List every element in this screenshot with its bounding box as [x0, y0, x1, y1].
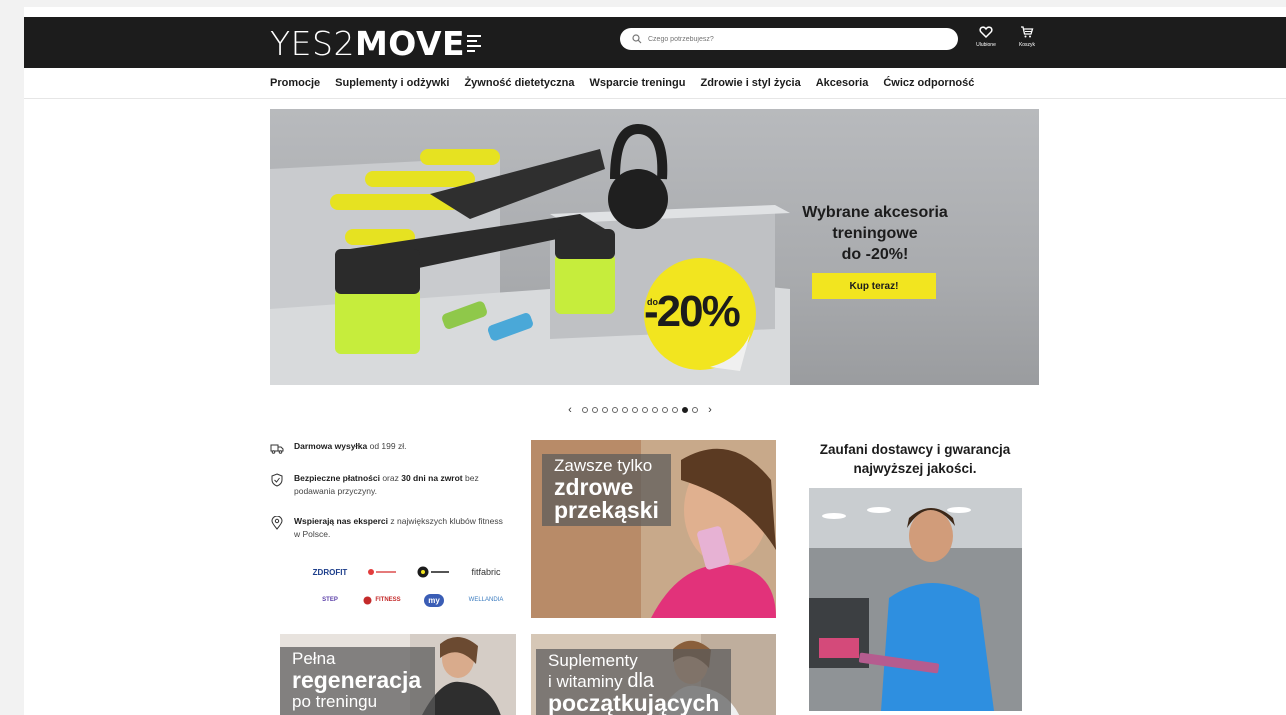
partner-logos: ZDROFIT fitfabric STEP FITNESS my WELLAN…	[304, 564, 514, 608]
features-list: Darmowa wysyłka od 199 zł. Bezpieczne pł…	[270, 440, 510, 558]
payment-mid: oraz	[379, 473, 402, 483]
regeneration-label: Pełna regeneracja po treningu	[280, 647, 436, 715]
snacks-bold-text-2: przekąski	[554, 497, 659, 523]
regeneration-light-text-2: po treningu	[292, 692, 378, 711]
nav-item-akcesoria[interactable]: Akcesoria	[816, 77, 869, 93]
shipping-bold: Darmowa wysyłka	[294, 441, 368, 451]
shield-icon	[271, 473, 283, 487]
hero-banner[interactable]: do -20% Wybrane akcesoria treningowe do …	[270, 109, 1039, 385]
feature-experts: Wspierają nas eksperci z największych kl…	[270, 515, 510, 541]
search-icon	[632, 34, 642, 44]
logo[interactable]: YES2 MOVE	[270, 23, 482, 63]
supplements-light-text-2: i witaminy	[548, 672, 623, 691]
supplements-label: Suplementy i witaminy dla początkujących	[536, 649, 732, 715]
feature-payments: Bezpieczne płatności oraz 30 dni na zwro…	[270, 472, 510, 498]
nav-item-suplementy[interactable]: Suplementy i odżywki	[335, 77, 449, 93]
hero-line-3: do -20%!	[841, 246, 909, 263]
search-input[interactable]	[648, 35, 928, 43]
location-pin-icon	[271, 516, 283, 530]
partner-logo-wellandia[interactable]: WELLANDIA	[460, 592, 512, 608]
carousel-dot[interactable]	[602, 407, 608, 413]
partner-logo-my[interactable]: my	[408, 592, 460, 608]
nav-item-zywnosc[interactable]: Żywność dietetyczna	[464, 77, 574, 93]
nav-item-zdrowie[interactable]: Zdrowie i styl życia	[700, 77, 800, 93]
carousel-controls: ‹ ›	[562, 404, 718, 416]
experts-bold: Wspierają nas eksperci	[294, 516, 389, 526]
snacks-bold-text-1: zdrowe	[554, 474, 634, 500]
carousel-dot[interactable]	[612, 407, 618, 413]
carousel-dot-active[interactable]	[682, 407, 688, 413]
partner-logo-zdrofit[interactable]: ZDROFIT	[304, 564, 356, 580]
logo-light-text: YES2	[270, 23, 355, 63]
regeneration-bold-text: regeneracja	[292, 667, 422, 693]
carousel-dot[interactable]	[592, 407, 598, 413]
partner-logo-my-text: my	[424, 593, 444, 607]
tile-supplements[interactable]: Suplementy i witaminy dla początkujących	[531, 634, 776, 715]
payment-bold: Bezpieczne płatności	[294, 473, 380, 483]
nav-item-promocje[interactable]: Promocje	[270, 77, 320, 93]
logo-bold-text: MOVE	[354, 23, 466, 63]
hero-line-2: treningowe	[832, 225, 918, 242]
regeneration-light-text: Pełna	[292, 649, 336, 668]
partner-logo-fitness-mark	[363, 596, 372, 604]
partner-logo-fitness-text: FITNESS	[375, 597, 401, 603]
logo-speed-lines	[467, 34, 482, 52]
trust-title-line-2: najwyższej jakości.	[853, 461, 977, 476]
payment-bold-2: 30 dni na zwrot	[401, 473, 463, 483]
carousel-dot[interactable]	[672, 407, 678, 413]
carousel-dot[interactable]	[632, 407, 638, 413]
cart-label: Koszyk	[1018, 42, 1036, 48]
truck-icon	[270, 444, 284, 454]
hero-headline: Wybrane akcesoria treningowe do -20%!	[775, 202, 975, 265]
search-box[interactable]	[620, 28, 958, 50]
nav-item-odpornosc[interactable]: Ćwicz odporność	[883, 77, 974, 93]
tile-trainer[interactable]	[809, 488, 1022, 711]
partner-logo-step[interactable]: STEP	[304, 592, 356, 608]
heart-icon	[979, 26, 993, 39]
carousel-dot[interactable]	[582, 407, 588, 413]
partner-logo-red[interactable]	[356, 564, 408, 580]
nav-divider	[24, 98, 1286, 99]
cart-button[interactable]: Koszyk	[1012, 25, 1042, 57]
snacks-light-text: Zawsze tylko	[554, 456, 653, 475]
favorites-label: Ulubione	[976, 42, 996, 48]
snacks-label: Zawsze tylko zdrowe przekąski	[542, 454, 671, 526]
cart-icon	[1021, 26, 1034, 38]
tile-regeneration[interactable]: Pełna regeneracja po treningu	[280, 634, 516, 715]
partner-logo-black[interactable]	[408, 564, 460, 580]
carousel-dot[interactable]	[652, 407, 658, 413]
partner-logo-fitness[interactable]: FITNESS	[356, 592, 408, 608]
partner-logo-fitfabric[interactable]: fitfabric	[460, 564, 512, 580]
buy-now-button[interactable]: Kup teraz!	[812, 273, 936, 299]
carousel-dot[interactable]	[662, 407, 668, 413]
tile-healthy-snacks[interactable]: Zawsze tylko zdrowe przekąski	[531, 440, 776, 618]
trust-title-line-1: Zaufani dostawcy i gwarancja	[819, 442, 1011, 457]
page: YES2 MOVE Ulubione Koszyk Promocje Suple…	[24, 7, 1286, 715]
carousel-dot[interactable]	[622, 407, 628, 413]
carousel-next-button[interactable]: ›	[702, 404, 718, 416]
carousel-dot[interactable]	[692, 407, 698, 413]
supplements-bold-text-1: dla	[627, 670, 655, 692]
main-nav: Promocje Suplementy i odżywki Żywność di…	[270, 77, 974, 93]
feature-shipping: Darmowa wysyłka od 199 zł.	[270, 440, 510, 455]
favorites-button[interactable]: Ulubione	[971, 25, 1001, 57]
carousel-dot[interactable]	[642, 407, 648, 413]
supplements-line-2: i witaminy dla	[548, 671, 719, 692]
supplements-light-text-1: Suplementy	[548, 651, 638, 670]
carousel-prev-button[interactable]: ‹	[562, 404, 578, 416]
discount-badge: -20%	[644, 287, 741, 336]
hero-line-1: Wybrane akcesoria	[802, 204, 948, 221]
trust-heading: Zaufani dostawcy i gwarancja najwyższej …	[802, 440, 1028, 478]
shipping-text: od 199 zł.	[367, 441, 407, 451]
nav-item-wsparcie[interactable]: Wsparcie treningu	[590, 77, 686, 93]
supplements-bold-text-2: początkujących	[548, 690, 720, 715]
header-bar: YES2 MOVE Ulubione Koszyk	[24, 17, 1286, 68]
tile-trainer-image	[809, 488, 1022, 711]
